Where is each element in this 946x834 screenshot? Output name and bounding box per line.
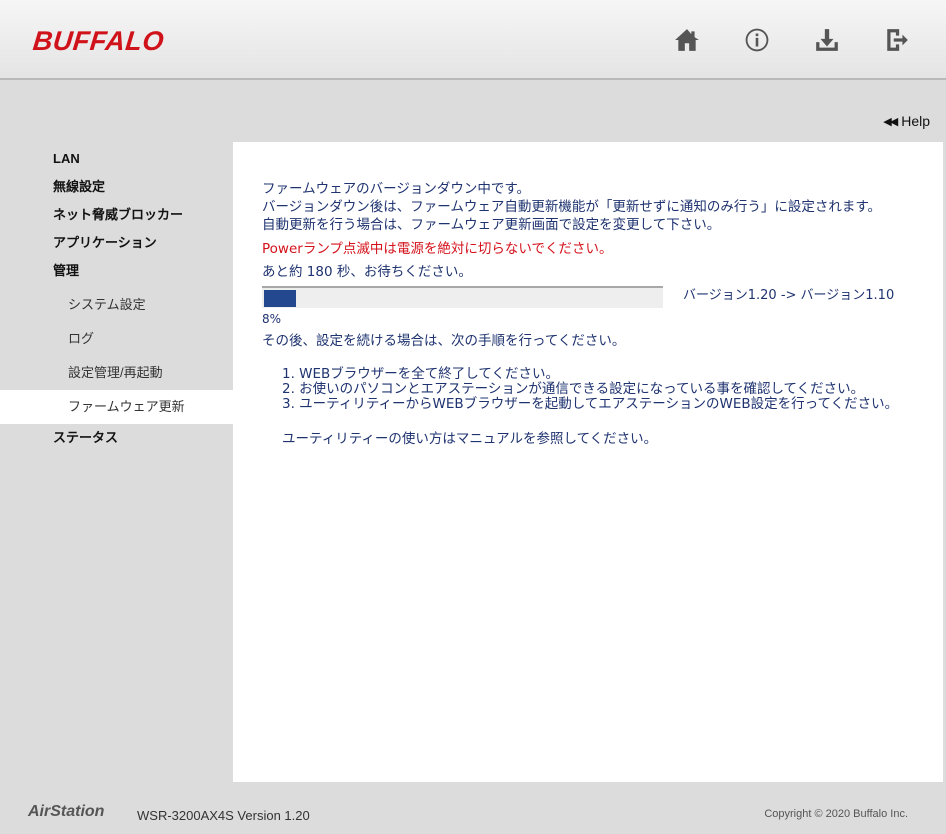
list-item: 1. WEBブラウザーを全て終了してください。 [282,366,560,382]
manual-note: ユーティリティーの使い方はマニュアルを参照してください。 [282,431,658,447]
content-panel: ファームウェアのバージョンダウン中です。 バージョンダウン後は、ファームウェア自… [233,142,943,782]
progress-bar [262,286,663,308]
firmware-status-content: ファームウェアのバージョンダウン中です。 バージョンダウン後は、ファームウェア自… [262,180,927,448]
status-line-3: 自動更新を行う場合は、ファームウェア更新画面で設定を変更して下さい。 [262,217,721,233]
steps-list: 1. WEBブラウザーを全て終了してください。 2. お使いのパソコンとエアステ… [262,367,927,412]
sidebar-sub-system-settings[interactable]: システム設定 [0,288,233,322]
status-line-2: バージョンダウン後は、ファームウェア自動更新機能が「更新せずに通知のみ行う」に設… [262,199,881,215]
progress-percent: 8% [262,312,282,326]
wait-countdown: あと約 180 秒、お待ちください。 [262,264,472,280]
copyright: Copyright © 2020 Buffalo Inc. [764,808,908,820]
download-icon[interactable] [811,24,843,56]
progress-fill [264,290,296,307]
help-link[interactable]: ◀◀ Help [883,113,930,129]
sidebar-item-lan[interactable]: LAN [0,145,233,173]
header-bar: BUFFALO [0,0,946,80]
power-warning: Powerランプ点滅中は電源を絶対に切らないでください。 [262,241,613,257]
info-icon[interactable] [741,24,773,56]
after-instructions: その後、設定を続ける場合は、次の手順を行ってください。 [262,333,626,349]
buffalo-logo: BUFFALO [31,26,166,56]
sidebar-sub-firmware-update[interactable]: ファームウェア更新 [0,390,233,424]
sidebar-item-wireless[interactable]: 無線設定 [0,173,233,201]
sidebar-sub-log[interactable]: ログ [0,322,233,356]
sidebar-item-threat-blocker[interactable]: ネット脅威ブロッカー [0,201,233,229]
version-change: バージョン1.20 -> バージョン1.10 [683,288,895,303]
sidebar: LAN 無線設定 ネット脅威ブロッカー アプリケーション 管理 システム設定 ロ… [0,145,233,452]
sidebar-item-application[interactable]: アプリケーション [0,229,233,257]
status-line-1: ファームウェアのバージョンダウン中です。 [262,181,530,197]
list-item: 3. ユーティリティーからWEBブラウザーを起動してエアステーションのWEB設定… [282,396,899,412]
double-left-arrow-icon: ◀◀ [883,115,898,128]
model-version: WSR-3200AX4S Version 1.20 [137,808,310,823]
airstation-logo: AirStation [28,803,105,820]
logout-icon[interactable] [881,24,913,56]
home-icon[interactable] [671,24,703,56]
progress-row: 8% バージョン1.20 -> バージョン1.10 [262,286,927,330]
sidebar-sub-config-reboot[interactable]: 設定管理/再起動 [0,356,233,390]
help-label: Help [901,113,930,129]
list-item: 2. お使いのパソコンとエアステーションが通信できる設定になっている事を確認して… [282,381,865,397]
sidebar-item-admin[interactable]: 管理 [0,257,233,285]
sidebar-item-status[interactable]: ステータス [0,424,233,452]
